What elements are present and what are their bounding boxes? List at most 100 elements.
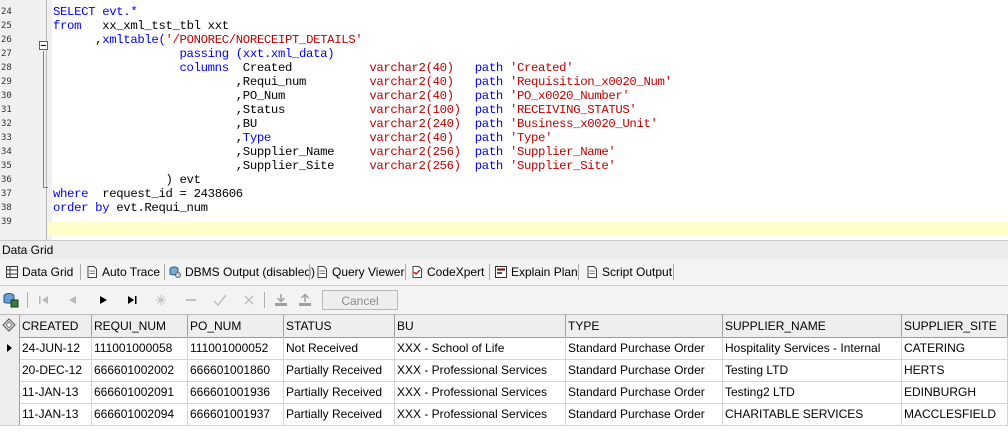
code-line[interactable]: SELECT evt.* [53, 5, 138, 19]
table-cell[interactable]: XXX - Professional Services [395, 403, 566, 425]
code-line[interactable]: ) evt [53, 173, 201, 187]
table-cell[interactable]: 666601001860 [188, 359, 284, 381]
delete-record-icon[interactable] [183, 292, 199, 308]
row-indicator[interactable] [0, 403, 20, 425]
table-cell[interactable]: 11-JAN-13 [20, 403, 92, 425]
code-line[interactable]: ,Supplier_Site varchar2(256) path 'Suppl… [53, 159, 616, 173]
first-record-icon[interactable] [36, 292, 52, 308]
select-all-cell[interactable] [0, 315, 20, 337]
fetch-up-icon[interactable] [297, 292, 313, 308]
column-header-created[interactable]: CREATED [20, 315, 92, 337]
code-token: , [53, 33, 103, 47]
fetch-down-icon[interactable] [273, 292, 289, 308]
row-indicator[interactable] [0, 381, 20, 403]
code-token: path [474, 89, 510, 103]
cancel-edit-icon[interactable] [241, 292, 257, 308]
tab-script-output[interactable]: Script Output [586, 262, 672, 282]
fold-range-line [43, 51, 44, 187]
code-line[interactable]: ,Status varchar2(100) path 'RECEIVING_ST… [53, 103, 637, 117]
code-line[interactable]: passing (xxt.xml_data) [53, 47, 335, 61]
table-row[interactable]: 20-DEC-12 666601002002 666601001860 Partial… [0, 359, 1008, 382]
column-header-status[interactable]: STATUS [284, 315, 395, 337]
column-header-type[interactable]: TYPE [566, 315, 723, 337]
column-header-requi-num[interactable]: REQUI_NUM [92, 315, 188, 337]
tab-query-viewer[interactable]: Query Viewer [316, 262, 404, 282]
table-cell[interactable]: CATERING [902, 337, 1008, 359]
table-row[interactable]: 24-JUN-12 111001000058 111001000052 Not Rec… [0, 337, 1008, 360]
table-cell[interactable]: Partially Received [284, 359, 395, 381]
column-header-supplier-site[interactable]: SUPPLIER_SITE [902, 315, 1008, 337]
code-token: ,PO_Num [53, 89, 370, 103]
line-number: 33 [1, 133, 12, 143]
code-token: ,BU [53, 117, 370, 131]
table-cell[interactable]: 666601002002 [92, 359, 188, 381]
table-cell[interactable]: 20-DEC-12 [20, 359, 92, 381]
next-record-icon[interactable] [95, 292, 111, 308]
code-line[interactable]: ,Requi_num varchar2(40) path 'Requisitio… [53, 75, 672, 89]
table-row[interactable]: 11-JAN-13 666601002091 666601001936 Partial… [0, 381, 1008, 404]
tab-explain-plan[interactable]: Explain Plan [495, 262, 578, 282]
table-cell[interactable]: Partially Received [284, 381, 395, 403]
table-cell[interactable]: Hospitality Services - Internal [723, 337, 902, 359]
row-indicator[interactable] [0, 359, 20, 381]
table-cell[interactable]: 11-JAN-13 [20, 381, 92, 403]
column-header-supplier-name[interactable]: SUPPLIER_NAME [723, 315, 902, 337]
table-cell[interactable]: 666601001936 [188, 381, 284, 403]
prior-record-icon[interactable] [64, 292, 80, 308]
table-cell[interactable]: EDINBURGH [902, 381, 1008, 403]
table-cell[interactable]: XXX - Professional Services [395, 381, 566, 403]
last-record-icon[interactable] [124, 292, 140, 308]
code-line[interactable]: ,Supplier_Name varchar2(256) path 'Suppl… [53, 145, 616, 159]
table-cell[interactable]: MACCLESFIELD [902, 403, 1008, 425]
table-cell[interactable]: Partially Received [284, 403, 395, 425]
table-cell[interactable]: Standard Purchase Order [566, 403, 723, 425]
tab-auto-trace[interactable]: Auto Trace [86, 262, 160, 282]
table-cell[interactable]: 24-JUN-12 [20, 337, 92, 359]
code-token: from [53, 19, 103, 33]
table-cell[interactable]: 666601002091 [92, 381, 188, 403]
table-cell[interactable]: HERTS [902, 359, 1008, 381]
code-line[interactable]: from xx_xml_tst_tbl xxt [53, 19, 229, 33]
table-cell[interactable]: CHARITABLE SERVICES [723, 403, 902, 425]
sql-editor[interactable]: 24 25 26 27 28 29 30 31 32 33 34 35 36 37 38 39 SELECT … [0, 0, 1008, 240]
table-cell[interactable]: 111001000052 [188, 337, 284, 359]
table-cell[interactable]: Not Received [284, 337, 395, 359]
cancel-button[interactable]: Cancel [322, 290, 398, 310]
code-line[interactable]: columns Created varchar2(40) path 'Creat… [53, 61, 574, 75]
insert-record-icon[interactable] [153, 292, 169, 308]
post-edit-icon[interactable] [212, 292, 228, 308]
table-cell[interactable]: Standard Purchase Order [566, 337, 723, 359]
tab-dbms-output[interactable]: DBMS Output (disabled) [169, 262, 315, 282]
fold-collapse-icon[interactable] [39, 41, 48, 50]
result-tabs: Data Grid Auto Trace DBMS Output (disabl… [0, 259, 1008, 286]
table-cell[interactable]: Standard Purchase Order [566, 381, 723, 403]
code-line[interactable]: ,BU varchar2(240) path 'Business_x0020_U… [53, 117, 658, 131]
results-grid[interactable]: CREATED REQUI_NUM PO_NUM STATUS BU TYPE SUPPLI… [0, 314, 1008, 437]
table-cell[interactable]: XXX - School of Life [395, 337, 566, 359]
table-cell[interactable]: XXX - Professional Services [395, 359, 566, 381]
row-indicator[interactable] [0, 337, 20, 359]
code-line[interactable]: ,PO_Num varchar2(40) path 'PO_x0020_Numb… [53, 89, 630, 103]
line-number: 29 [1, 77, 12, 87]
tab-data-grid[interactable]: Data Grid [6, 262, 73, 282]
code-token: path [474, 61, 510, 75]
code-token: varchar2(100) [369, 103, 475, 117]
save-grid-icon[interactable] [3, 292, 19, 308]
code-line[interactable]: where request_id = 2438606 [53, 187, 243, 201]
column-header-po-num[interactable]: PO_NUM [188, 315, 284, 337]
table-cell[interactable]: Standard Purchase Order [566, 359, 723, 381]
code-line[interactable]: ,xmltable('/PONOREC/NORECEIPT_DETAILS' [53, 33, 362, 47]
table-row[interactable]: 11-JAN-13 666601002094 666601001937 Partial… [0, 403, 1008, 426]
table-cell[interactable]: 666601001937 [188, 403, 284, 425]
tab-codexpert[interactable]: CodeXpert [411, 262, 484, 282]
code-line[interactable]: order by evt.Requi_num [53, 201, 208, 215]
document-icon [317, 266, 327, 278]
tab-separator [164, 264, 165, 280]
table-cell[interactable]: 111001000058 [92, 337, 188, 359]
code-line[interactable]: ,Type varchar2(40) path 'Type' [53, 131, 553, 145]
column-header-bu[interactable]: BU [395, 315, 566, 337]
tab-label: Script Output [602, 265, 673, 279]
table-cell[interactable]: Testing2 LTD [723, 381, 902, 403]
table-cell[interactable]: Testing LTD [723, 359, 902, 381]
table-cell[interactable]: 666601002094 [92, 403, 188, 425]
